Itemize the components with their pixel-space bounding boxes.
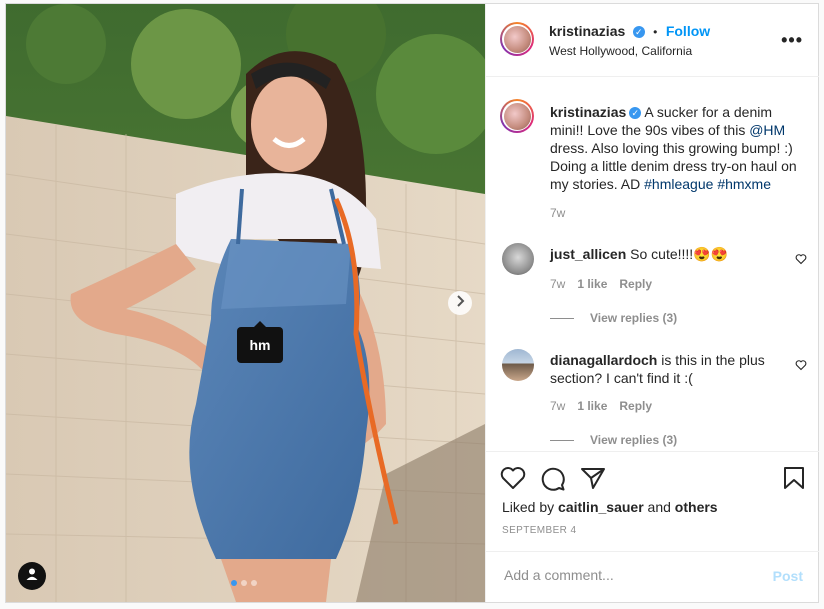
post-header: kristinazias ✓ • Follow West Hollywood, … <box>486 4 819 77</box>
comment-input[interactable] <box>502 566 756 584</box>
likes-prefix: Liked by <box>502 499 559 515</box>
comment-username[interactable]: dianagallardoch <box>550 352 657 368</box>
comment-meta: 7w 1 like Reply <box>550 399 652 413</box>
replies-divider <box>550 318 574 320</box>
verified-badge-icon: ✓ <box>632 25 645 38</box>
comment-like-button[interactable] <box>795 253 807 268</box>
comments-section: kristinazias ✓ A sucker for a denim mini!… <box>486 77 819 451</box>
chevron-right-icon <box>455 294 465 312</box>
save-button[interactable] <box>783 466 805 495</box>
heart-icon <box>795 360 807 374</box>
product-tag-label: hm <box>249 337 271 353</box>
heart-icon <box>795 254 807 268</box>
comment-2: dianagallardoch is this in the plus sect… <box>550 351 805 387</box>
post-location[interactable]: West Hollywood, California <box>549 44 692 58</box>
likes-summary: Liked by caitlin_sauer and others <box>502 499 718 515</box>
comment-age[interactable]: 7w <box>550 399 565 413</box>
comment-likes[interactable]: 1 like <box>577 399 607 413</box>
caption-username[interactable]: kristinazias <box>550 104 626 120</box>
author-username[interactable]: kristinazias <box>549 23 625 39</box>
comment-button[interactable] <box>540 466 566 497</box>
reply-button[interactable]: Reply <box>619 277 652 291</box>
replies-divider <box>550 440 574 442</box>
more-options-button[interactable]: ••• <box>781 30 803 51</box>
carousel-next-button[interactable] <box>448 291 472 315</box>
add-comment-bar: Post <box>486 551 819 603</box>
comment-likes[interactable]: 1 like <box>577 277 607 291</box>
hashtag-link[interactable]: #hmleague <box>644 176 713 192</box>
share-button[interactable] <box>580 466 606 495</box>
user-tags-icon <box>25 567 39 586</box>
post-photo[interactable]: hm <box>6 4 485 602</box>
share-icon <box>580 468 606 494</box>
mention-link[interactable]: @HM <box>749 122 785 138</box>
post-actions: Liked by caitlin_sauer and others SEPTEM… <box>486 451 819 552</box>
hashtag-link[interactable]: #hmxme <box>717 176 771 192</box>
likes-others-link[interactable]: others <box>675 499 718 515</box>
comment-meta: 7w 1 like Reply <box>550 277 652 291</box>
commenter-avatar[interactable] <box>502 349 534 381</box>
view-replies-button[interactable]: View replies (3) <box>550 433 677 447</box>
author-avatar[interactable] <box>500 22 534 56</box>
carousel-dot <box>231 580 237 586</box>
view-replies-label: View replies (3) <box>590 433 678 447</box>
likes-and: and <box>643 499 675 515</box>
user-tags-button[interactable] <box>18 562 46 590</box>
comment-icon <box>540 467 566 496</box>
more-icon: ••• <box>781 30 803 50</box>
post-date[interactable]: SEPTEMBER 4 <box>502 525 576 536</box>
like-button[interactable] <box>500 466 526 495</box>
product-tag[interactable]: hm <box>237 321 283 363</box>
separator-dot: • <box>653 25 658 39</box>
view-replies-button[interactable]: View replies (3) <box>550 311 677 325</box>
photo-scene <box>6 4 485 602</box>
liker-username[interactable]: caitlin_sauer <box>558 499 644 515</box>
carousel-dot <box>241 580 247 586</box>
verified-badge-icon: ✓ <box>629 107 642 120</box>
comment-username[interactable]: just_allicen <box>550 246 626 262</box>
post-comment-button[interactable]: Post <box>773 568 803 584</box>
comment-1: just_allicen So cute!!!!😍😍 <box>550 245 805 263</box>
carousel-indicator <box>231 580 257 586</box>
caption-age[interactable]: 7w <box>550 206 565 220</box>
comment-age[interactable]: 7w <box>550 277 565 291</box>
bookmark-icon <box>783 467 805 494</box>
follow-button[interactable]: Follow <box>666 23 710 39</box>
caption-author-avatar[interactable] <box>500 99 534 133</box>
view-replies-label: View replies (3) <box>590 311 678 325</box>
comment-text: So cute!!!!😍😍 <box>630 246 729 262</box>
post-side-panel: kristinazias ✓ • Follow West Hollywood, … <box>485 4 819 602</box>
instagram-post: hm kristinazias ✓ • Follow West Hollywoo… <box>5 3 819 603</box>
comment-like-button[interactable] <box>795 359 807 374</box>
commenter-avatar[interactable] <box>502 243 534 275</box>
post-caption: kristinazias ✓ A sucker for a denim mini!… <box>550 103 805 193</box>
reply-button[interactable]: Reply <box>619 399 652 413</box>
heart-icon <box>500 467 526 494</box>
carousel-dot <box>251 580 257 586</box>
